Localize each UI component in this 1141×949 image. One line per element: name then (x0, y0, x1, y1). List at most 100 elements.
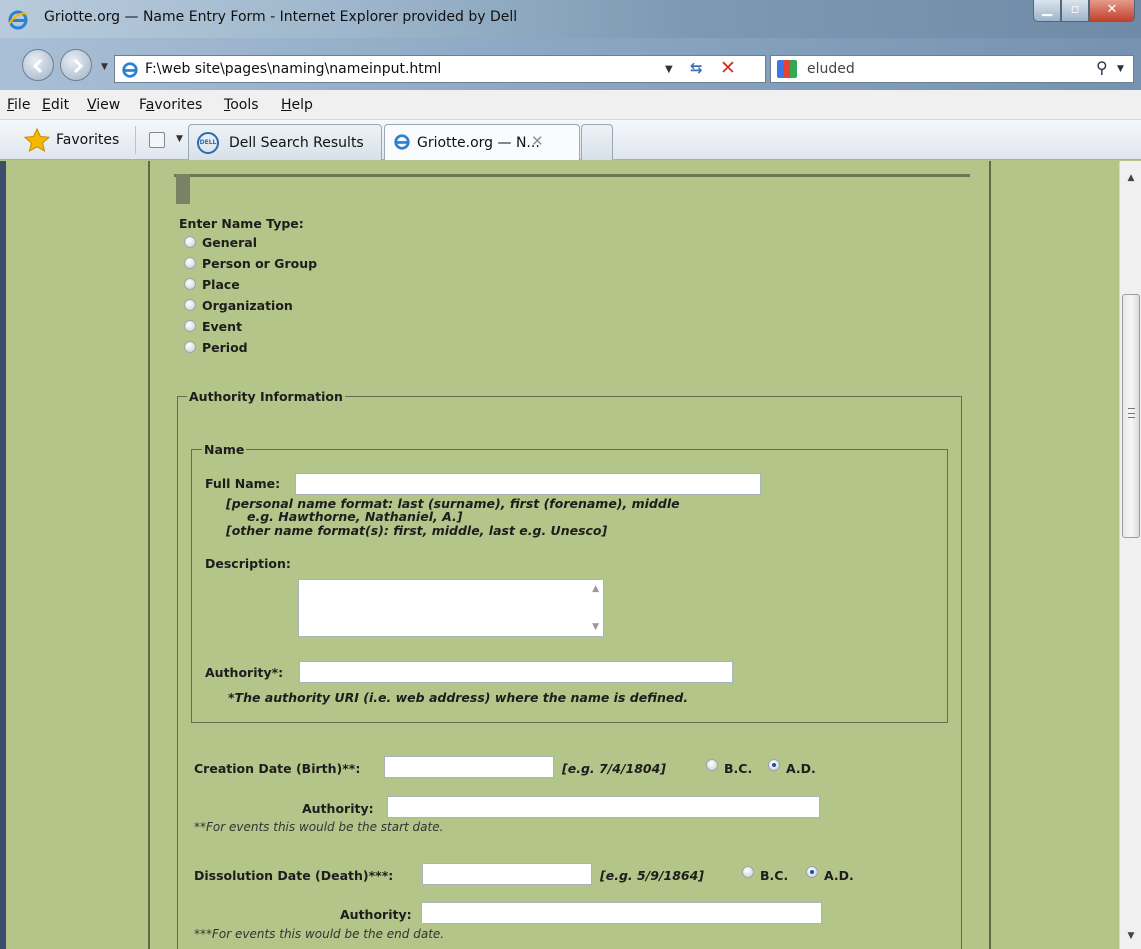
bc-label: B.C. (724, 761, 753, 776)
creation-bc-radio[interactable] (706, 759, 718, 771)
forward-button[interactable] (60, 49, 92, 81)
scroll-grip-icon (1128, 408, 1135, 418)
creation-ad-radio[interactable] (768, 759, 780, 771)
ad-label: A.D. (786, 761, 816, 776)
minimize-icon: ▁ (1042, 2, 1052, 17)
radio-person-or-group[interactable] (184, 257, 196, 269)
minimize-button[interactable]: ▁ (1033, 0, 1061, 22)
window-title: Griotte.org — Name Entry Form - Internet… (44, 9, 518, 25)
personal-name-example-hint: e.g. Hawthorne, Nathaniel, A.] (247, 509, 463, 524)
divider (135, 126, 136, 154)
search-input[interactable]: eluded (807, 61, 855, 77)
tab-close-icon[interactable]: ✕ (531, 132, 544, 150)
creation-authority-input[interactable] (387, 796, 820, 818)
dissolution-bc-radio[interactable] (742, 866, 754, 878)
menu-view[interactable]: View (87, 97, 120, 113)
radio-general[interactable] (184, 236, 196, 248)
creation-date-example: [e.g. 7/4/1804] (562, 761, 667, 776)
menu-help[interactable]: Help (281, 97, 313, 113)
dissolution-ad-radio[interactable] (806, 866, 818, 878)
description-label: Description: (205, 556, 291, 571)
full-name-input[interactable] (295, 473, 761, 495)
refresh-icon[interactable]: ⇆ (690, 59, 703, 77)
search-icon[interactable]: ⚲ (1096, 58, 1108, 77)
menu-bar: File Edit View Favorites Tools Help (0, 90, 1141, 120)
radio-period[interactable] (184, 341, 196, 353)
scroll-up-icon[interactable]: ▲ (592, 584, 599, 594)
back-button[interactable] (22, 49, 54, 81)
creation-date-input[interactable] (384, 756, 554, 778)
tab-label: Dell Search Results (229, 135, 364, 151)
quick-tabs-icon[interactable] (149, 132, 165, 148)
authority-label: Authority*: (205, 665, 284, 680)
favorites-star-icon[interactable] (23, 127, 51, 156)
close-button[interactable]: ✕ (1089, 0, 1135, 22)
option-label: General (202, 235, 257, 250)
menu-favorites[interactable]: Favorites (139, 97, 202, 113)
ie-logo-icon (8, 10, 28, 34)
maximize-button[interactable]: ▫ (1061, 0, 1089, 22)
search-box[interactable]: eluded ⚲ ▼ (770, 55, 1134, 83)
option-label: Event (202, 319, 243, 334)
search-options-icon[interactable]: ▼ (1117, 64, 1124, 74)
radio-event[interactable] (184, 320, 196, 332)
dell-icon: DELL (197, 132, 219, 154)
scroll-up-arrow-icon[interactable]: ▲ (1120, 173, 1141, 183)
scroll-down-arrow-icon[interactable]: ▼ (1120, 931, 1141, 941)
new-tab-button[interactable] (581, 124, 613, 160)
creation-authority-label: Authority: (302, 801, 374, 816)
menu-edit[interactable]: Edit (42, 97, 69, 113)
dissolution-date-label: Dissolution Date (Death)***: (194, 868, 394, 883)
menu-tools[interactable]: Tools (224, 97, 259, 113)
dissolution-authority-input[interactable] (421, 902, 822, 924)
back-arrow-icon (32, 58, 43, 74)
option-label: Person or Group (202, 256, 318, 271)
favorites-tab-bar: Favorites ▼ DELL Dell Search Results Gri… (0, 120, 1141, 160)
close-icon: ✕ (1106, 2, 1118, 17)
header-rule (174, 174, 970, 177)
url-dropdown-icon[interactable]: ▼ (665, 64, 673, 75)
url-text[interactable]: F:\web site\pages\naming\nameinput.html (145, 61, 441, 77)
dissolution-note: ***For events this would be the end date… (194, 927, 445, 941)
search-provider-icon[interactable] (777, 60, 797, 78)
stop-icon[interactable]: ✕ (720, 57, 736, 79)
favorites-button[interactable]: Favorites (56, 132, 119, 148)
forward-arrow-icon (73, 58, 84, 74)
option-label: Period (202, 340, 248, 355)
creation-date-label: Creation Date (Birth)**: (194, 761, 361, 776)
radio-organization[interactable] (184, 299, 196, 311)
dissolution-authority-label: Authority: (340, 907, 412, 922)
full-name-label: Full Name: (205, 476, 281, 491)
page-viewport: Enter Name Type: General Person or Group… (6, 161, 1119, 949)
maximize-icon: ▫ (1070, 2, 1080, 17)
vertical-scrollbar[interactable]: ▲ ▼ (1119, 161, 1141, 949)
address-bar[interactable]: F:\web site\pages\naming\nameinput.html … (114, 55, 766, 83)
menu-file[interactable]: File (7, 97, 30, 113)
scrollbar-thumb[interactable] (1122, 294, 1140, 538)
dissolution-date-input[interactable] (422, 863, 592, 885)
ie-tab-icon (393, 133, 411, 155)
window-titlebar: Griotte.org — Name Entry Form - Internet… (0, 0, 1141, 38)
tab-list-dropdown-icon[interactable]: ▼ (176, 134, 183, 144)
scroll-down-icon[interactable]: ▼ (592, 622, 599, 632)
bc-label: B.C. (760, 868, 789, 883)
description-textarea[interactable]: ▲ ▼ (298, 579, 604, 637)
dissolution-date-example: [e.g. 5/9/1864] (600, 868, 705, 883)
address-toolbar: ▼ F:\web site\pages\naming\nameinput.htm… (0, 38, 1141, 90)
authority-note: *The authority URI (i.e. web address) wh… (228, 690, 689, 705)
tab-griotte[interactable]: Griotte.org — N... ✕ (384, 124, 580, 160)
recent-pages-dropdown-icon[interactable]: ▼ (101, 62, 108, 72)
name-legend: Name (202, 442, 247, 457)
radio-place[interactable] (184, 278, 196, 290)
content-column: Enter Name Type: General Person or Group… (148, 161, 991, 949)
tab-label: Griotte.org — N... (417, 135, 540, 151)
tab-dell-search[interactable]: DELL Dell Search Results (188, 124, 382, 160)
option-label: Organization (202, 298, 293, 313)
authority-input[interactable] (299, 661, 733, 683)
ad-label: A.D. (824, 868, 854, 883)
page-ie-icon (121, 61, 139, 83)
creation-note: **For events this would be the start dat… (194, 820, 444, 834)
authority-information-legend: Authority Information (187, 389, 345, 404)
other-name-format-hint: [other name format(s): first, middle, la… (226, 523, 608, 538)
name-type-heading: Enter Name Type: (179, 216, 304, 231)
